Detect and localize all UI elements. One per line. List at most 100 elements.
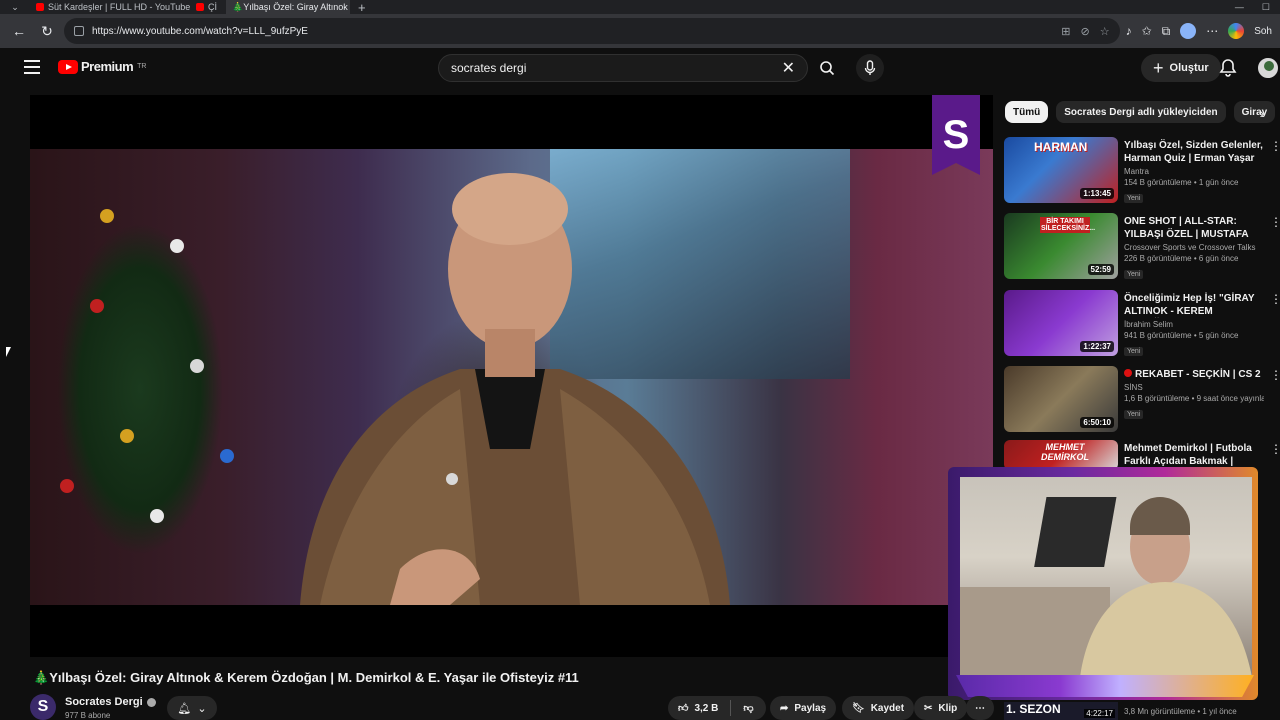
browser-tab-active[interactable]: 🎄Yılbaşı Özel: Giray Altınok ✕ [226, 0, 350, 14]
more-options-icon[interactable]: ⋯ [1206, 24, 1218, 38]
save-label: Kaydet [870, 702, 905, 714]
new-badge: Yeni [1124, 410, 1144, 419]
new-badge: Yeni [1124, 270, 1144, 279]
recommendation-item[interactable]: HARMAN 1:13:45 Yılbaşı Özel, Sizden Gele… [1004, 137, 1280, 207]
like-count[interactable]: 3,2 B [694, 703, 718, 714]
channel-name[interactable]: Mantra [1124, 167, 1264, 176]
url-field[interactable]: https://www.youtube.com/watch?v=LLL_9ufz… [64, 18, 1120, 44]
youtube-premium-logo[interactable]: Premium TR [58, 59, 146, 74]
more-actions-icon[interactable]: ⋮ [1270, 292, 1280, 306]
video-title[interactable]: Yılbaşı Özel, Sizden Gelenler, Harman Qu… [1124, 139, 1264, 165]
video-thumbnail[interactable]: 1. SEZON 4:22:17 [1004, 702, 1118, 720]
more-actions-icon[interactable]: ⋮ [1270, 442, 1280, 456]
thumbnail-text: 1. SEZON [1006, 702, 1061, 716]
more-actions-icon[interactable]: ⋮ [1270, 368, 1280, 382]
more-actions-icon[interactable]: ⋮ [1270, 139, 1280, 153]
clear-search-icon[interactable]: ✕ [782, 58, 795, 78]
clip-button[interactable]: ✂ Klip [914, 696, 968, 720]
voice-search-button[interactable] [856, 54, 884, 82]
like-divider [730, 700, 732, 716]
bookmark-icon: 🔖︎ [852, 702, 865, 714]
recommendation-item[interactable]: 1:22:37 Önceliğimiz Hep İş! "GİRAY ALTIN… [1004, 290, 1280, 360]
back-arrow-icon[interactable]: ← [8, 20, 30, 42]
video-thumbnail[interactable]: BİR TAKIMI SİLECEKSİNİZ... 52:59 [1004, 213, 1118, 279]
minimize-icon[interactable]: — [1235, 2, 1244, 13]
video-title-text: REKABET - SEÇKİN | CS 2 [1135, 369, 1261, 380]
dislike-thumb-icon[interactable]: 👎︎ [743, 702, 753, 714]
search-icon [820, 61, 835, 76]
video-meta: 941 B görüntüleme • 5 gün önce [1124, 331, 1239, 340]
share-label: Paylaş [794, 702, 827, 714]
site-info-icon[interactable] [74, 26, 84, 36]
youtube-header: Premium TR socrates dergi ✕ + Oluştur [0, 48, 1280, 88]
thumbnail-text: MEHMET DEMİRKOL [1041, 442, 1089, 462]
tracking-prevention-icon[interactable]: ⊘ [1080, 25, 1089, 38]
reload-icon[interactable]: ↻ [36, 20, 58, 42]
menu-hamburger-icon[interactable] [24, 60, 40, 74]
profile-icon[interactable] [1180, 23, 1197, 39]
logo-text: Premium [81, 59, 134, 74]
subscription-notifications-button[interactable]: 🔔︎ ⌄ [167, 696, 217, 720]
more-actions-button[interactable]: ⋯ [966, 696, 994, 720]
chip-all[interactable]: Tümü [1005, 101, 1049, 123]
favorites-icon[interactable]: ✩ [1142, 24, 1152, 38]
scissors-icon: ✂ [924, 702, 933, 714]
browser-tab[interactable]: Süt Kardeşler | FULL HD - YouTube ✕ [30, 0, 190, 14]
share-button[interactable]: ➦ Paylaş [770, 696, 837, 720]
microphone-icon [864, 60, 876, 75]
video-meta: 154 B görüntüleme • 1 gün önce [1124, 178, 1239, 187]
favorite-star-icon[interactable]: ☆ [1100, 25, 1110, 38]
video-thumbnail[interactable]: 1:22:37 [1004, 290, 1118, 356]
url-text: https://www.youtube.com/watch?v=LLL_9ufz… [92, 25, 308, 37]
chip-from-uploader[interactable]: Socrates Dergi adlı yükleyiciden [1056, 101, 1226, 123]
copilot-icon[interactable] [1228, 23, 1245, 39]
video-title[interactable]: REKABET - SEÇKİN | CS 2 [1124, 368, 1264, 381]
extensions-icon[interactable]: ♪ [1126, 24, 1132, 38]
more-actions-icon[interactable]: ⋮ [1270, 215, 1280, 229]
thumbnail-text: HARMAN [1034, 140, 1088, 154]
video-thumbnail[interactable]: MEHMET DEMİRKOL [1004, 440, 1118, 470]
video-title[interactable]: Önceliğimiz Hep İş! "GİRAY ALTINOK - KER… [1124, 292, 1264, 318]
clip-label: Klip [938, 702, 958, 714]
collections-icon[interactable]: ⧉ [1162, 24, 1171, 39]
channel-name[interactable]: Socrates Dergi [65, 696, 156, 708]
search-input[interactable]: socrates dergi ✕ [438, 54, 808, 82]
app-available-icon[interactable]: ⊞ [1061, 25, 1070, 38]
webcam-overlay [948, 467, 1258, 700]
like-dislike-group: 👍︎ 3,2 B 👎︎ [668, 696, 766, 720]
create-button[interactable]: + Oluştur [1141, 54, 1221, 82]
search-query: socrates dergi [451, 61, 527, 75]
browser-tab[interactable]: Çİ [190, 0, 226, 14]
side-panel-label[interactable]: Soh [1254, 26, 1272, 37]
speaker [280, 149, 740, 605]
tab-list-chevron-icon[interactable]: ⌄ [0, 2, 30, 13]
notifications-bell-icon[interactable] [1218, 58, 1238, 78]
new-tab-icon[interactable]: + [350, 0, 374, 15]
search-button[interactable] [808, 54, 846, 82]
bell-icon: 🔔︎ [177, 702, 192, 715]
account-avatar[interactable] [1256, 56, 1280, 80]
more-horizontal-icon: ⋯ [975, 702, 985, 714]
video-frame [30, 149, 993, 605]
save-button[interactable]: 🔖︎ Kaydet [842, 696, 915, 720]
chevron-right-icon[interactable]: › [1252, 103, 1272, 123]
video-thumbnail[interactable]: 6:50:10 [1004, 366, 1118, 432]
video-title[interactable]: Mehmet Demirkol | Futbola Farklı Açıdan … [1124, 442, 1264, 468]
video-title[interactable]: ONE SHOT | ALL-STAR: YILBAŞI ÖZEL | MUST… [1124, 215, 1264, 241]
recommendation-item[interactable]: BİR TAKIMI SİLECEKSİNİZ... 52:59 ONE SHO… [1004, 213, 1280, 283]
video-duration: 6:50:10 [1080, 417, 1114, 428]
webcam-feed [960, 477, 1252, 677]
maximize-icon[interactable]: ☐ [1262, 2, 1270, 13]
video-meta: 226 B görüntüleme • 6 gün önce [1124, 254, 1239, 263]
recommendation-item[interactable]: 6:50:10 REKABET - SEÇKİN | CS 2 SİNS 1,6… [1004, 366, 1280, 436]
channel-name[interactable]: SİNS [1124, 383, 1264, 392]
video-thumbnail[interactable]: HARMAN 1:13:45 [1004, 137, 1118, 203]
channel-avatar[interactable]: S [30, 694, 56, 720]
video-duration: 1:22:37 [1080, 341, 1114, 352]
channel-name[interactable]: İbrahim Selim [1124, 320, 1264, 329]
channel-name[interactable]: Crossover Sports ve Crossover Talks [1124, 243, 1264, 252]
live-dot-icon [1124, 369, 1132, 377]
like-thumb-icon[interactable]: 👍︎ [678, 702, 688, 714]
video-player[interactable]: S [30, 95, 993, 657]
create-label: Oluştur [1169, 62, 1209, 74]
